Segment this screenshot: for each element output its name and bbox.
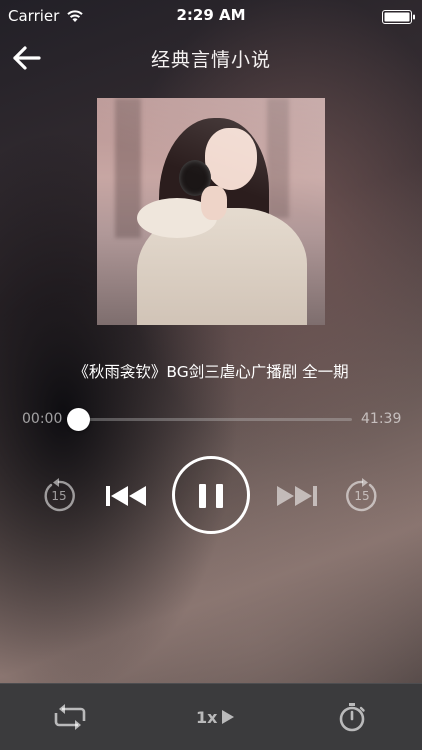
- progress-slider[interactable]: [67, 408, 352, 431]
- pause-button[interactable]: [172, 456, 250, 534]
- playback-speed-button[interactable]: 1x: [196, 705, 240, 729]
- next-track-icon: [277, 486, 317, 506]
- total-time: 41:39: [361, 411, 402, 427]
- rewind-seconds-label: 15: [51, 489, 67, 503]
- speed-label: 1x: [196, 708, 218, 727]
- sleep-timer-button[interactable]: [338, 702, 366, 732]
- status-time: 2:29 AM: [176, 6, 246, 24]
- track-title: 《秋雨衾钦》BG剑三虐心广播剧 全一期: [73, 363, 349, 381]
- next-track-button[interactable]: [276, 484, 318, 508]
- album-cover: [97, 98, 325, 325]
- status-bar: Carrier 2:29 AM: [0, 0, 422, 30]
- progress-thumb[interactable]: [67, 408, 90, 431]
- repeat-icon: [54, 704, 86, 730]
- battery-icon: [382, 9, 416, 24]
- timer-icon: [339, 703, 365, 732]
- elapsed-time: 00:00: [22, 411, 63, 427]
- speed-play-icon: [222, 710, 234, 724]
- repeat-button[interactable]: [54, 703, 86, 731]
- forward-15-button[interactable]: 15: [344, 478, 380, 514]
- previous-track-icon: [106, 486, 146, 506]
- rewind-15-button[interactable]: 15: [41, 478, 77, 514]
- forward-seconds-label: 15: [354, 489, 370, 503]
- bottom-toolbar: 1x: [0, 683, 422, 750]
- page-title: 经典言情小说: [150, 49, 271, 71]
- player-screen: Carrier 2:29 AM 经典言情小说 《秋雨衾钦》BG剑三虐心广播剧 全…: [0, 0, 422, 750]
- previous-track-button[interactable]: [105, 484, 147, 508]
